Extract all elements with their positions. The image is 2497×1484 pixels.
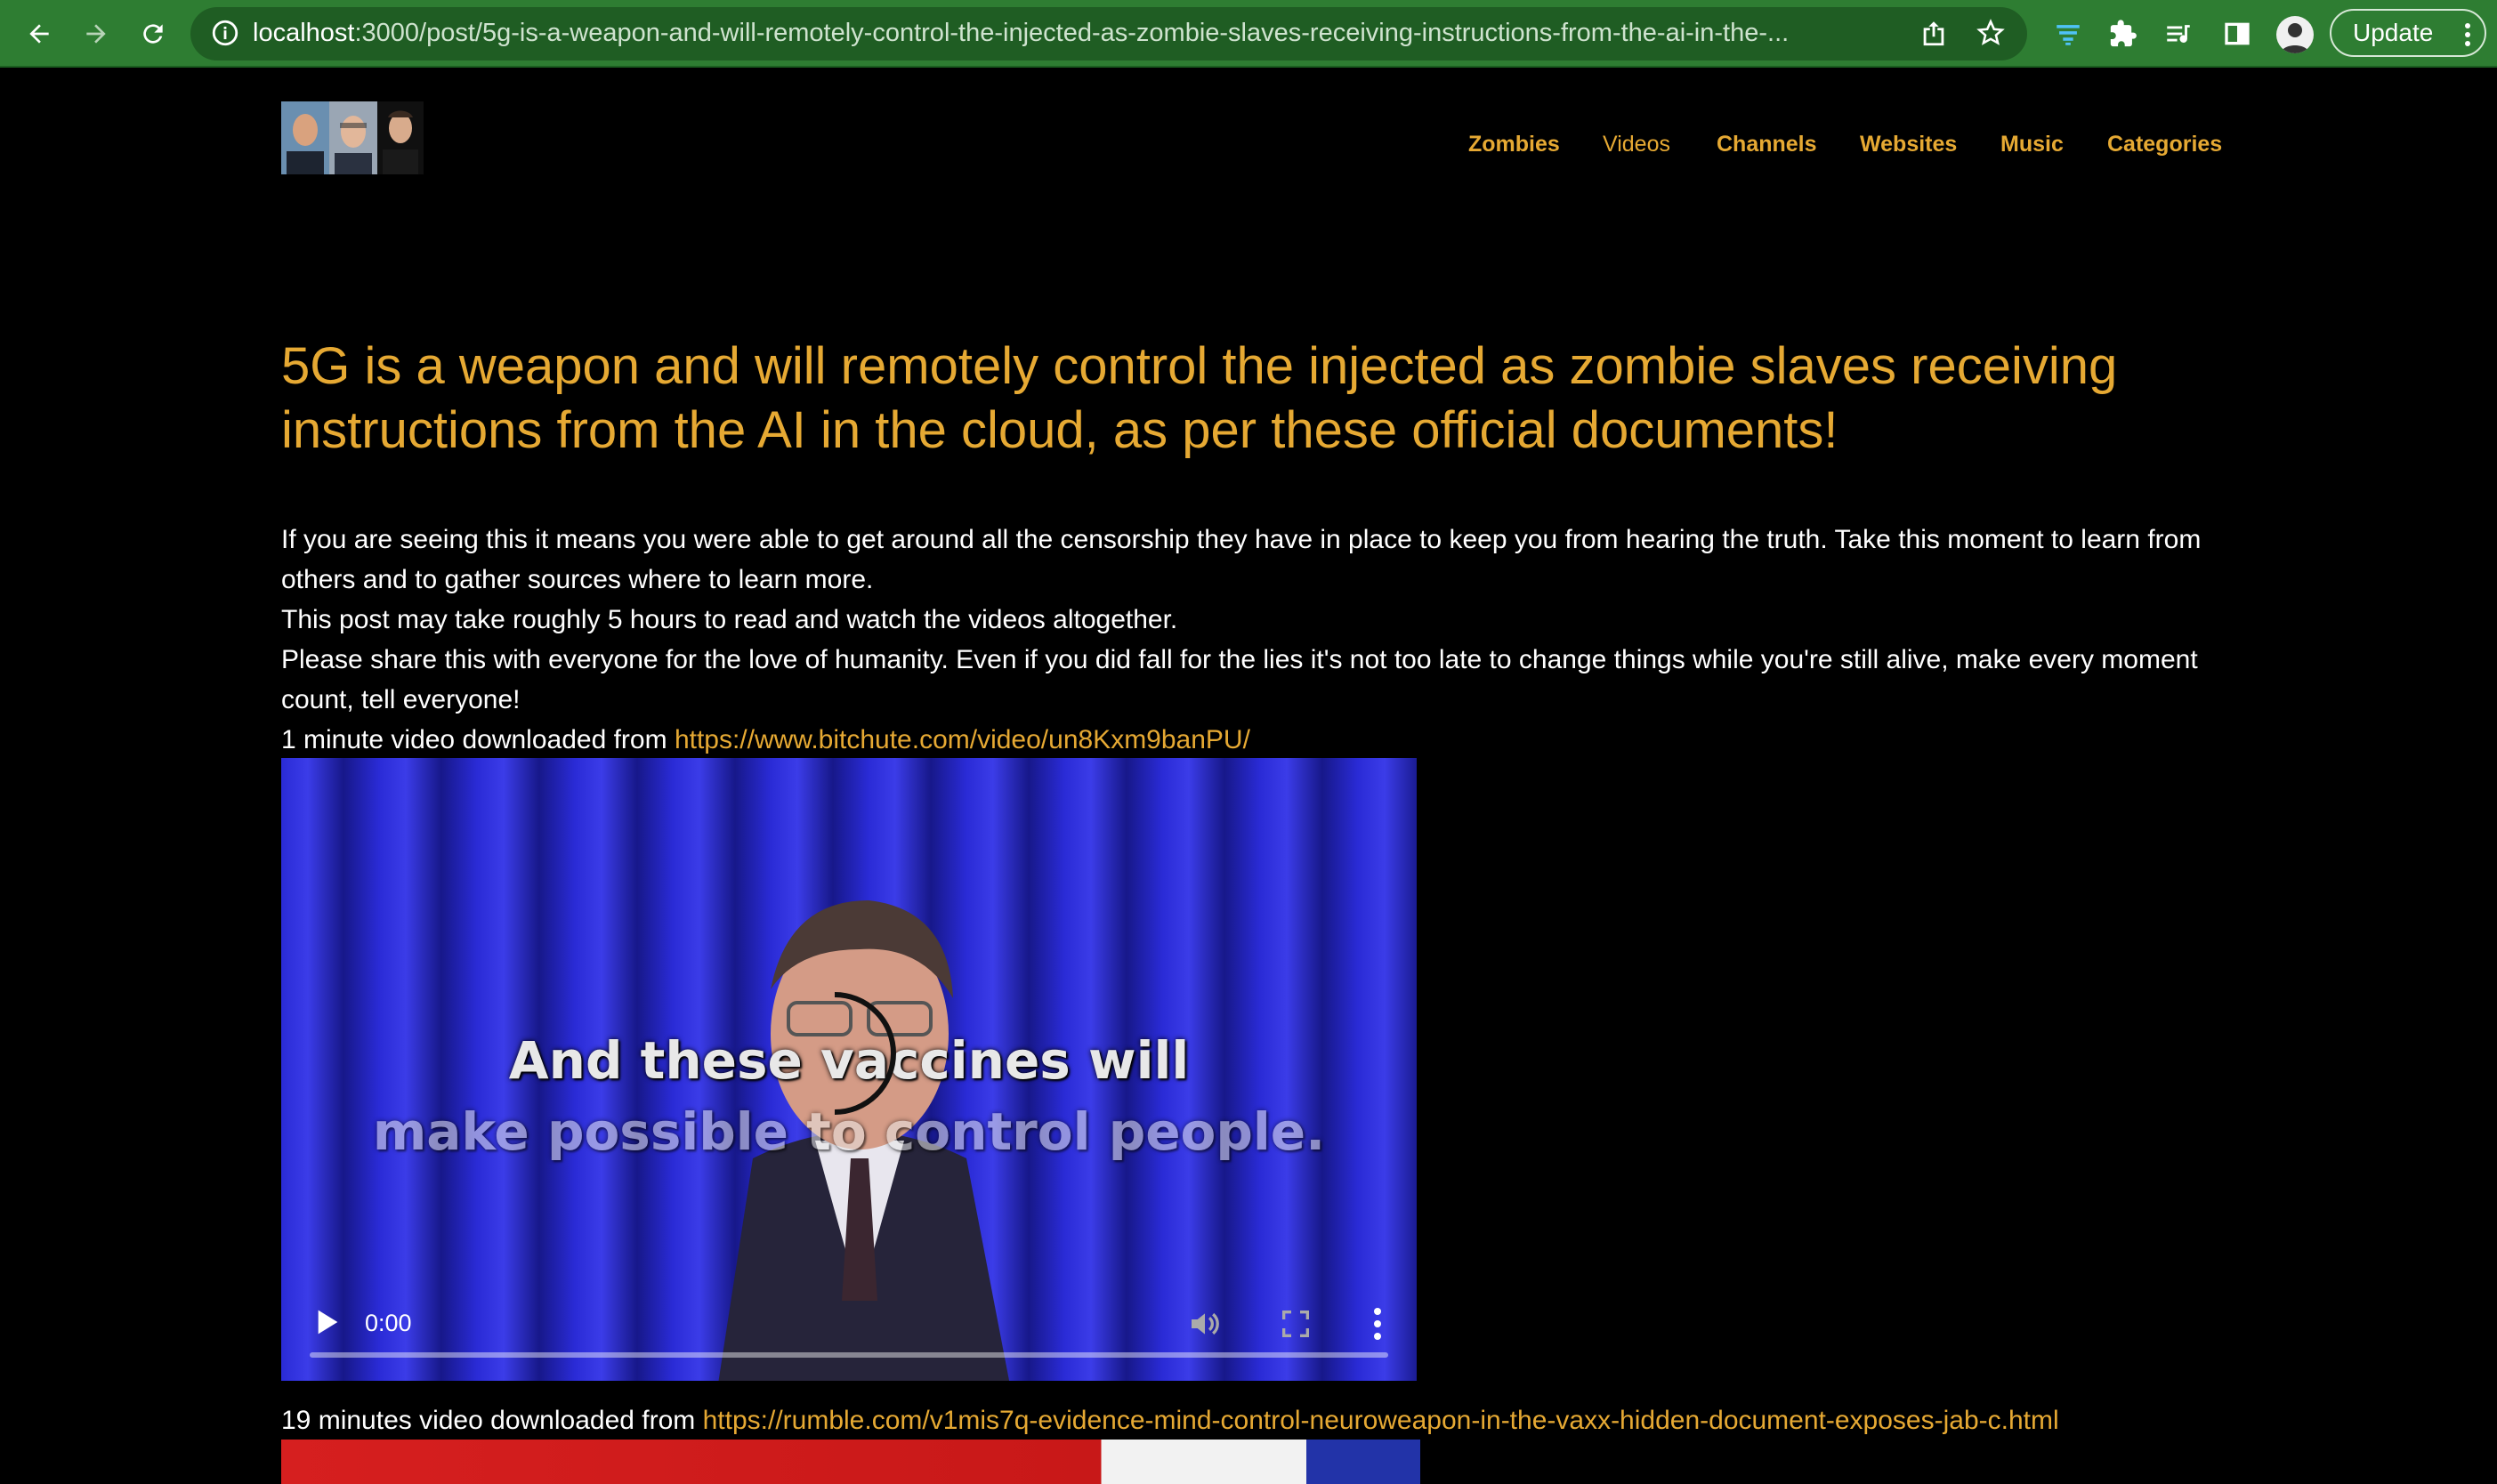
video-player-2[interactable] bbox=[281, 1440, 1420, 1484]
video1-source: 1 minute video downloaded from https://w… bbox=[281, 720, 2221, 760]
avatar[interactable] bbox=[2276, 16, 2314, 53]
update-button[interactable]: Update bbox=[2330, 9, 2486, 57]
share-icon[interactable] bbox=[1919, 18, 1949, 52]
reading-list-icon[interactable] bbox=[2157, 12, 2200, 55]
info-icon[interactable] bbox=[210, 18, 240, 52]
sidebar-icon[interactable] bbox=[2216, 12, 2259, 55]
more-vert-icon[interactable] bbox=[2463, 21, 2472, 54]
video-player-1[interactable]: And these vaccines will make possible to… bbox=[281, 758, 1417, 1381]
address-bar[interactable]: localhost:3000/post/5g-is-a-weapon-and-w… bbox=[190, 7, 2027, 60]
video1-progress-bar[interactable] bbox=[310, 1352, 1388, 1358]
puzzle-icon[interactable] bbox=[2102, 12, 2145, 55]
video2-source: 19 minutes video downloaded from https:/… bbox=[281, 1400, 2221, 1440]
nav-item-channels[interactable]: Channels bbox=[1717, 132, 1817, 157]
video2-source-link[interactable]: https://rumble.com/v1mis7q-evidence-mind… bbox=[703, 1406, 2059, 1435]
nav-item-websites[interactable]: Websites bbox=[1860, 132, 1957, 157]
star-icon[interactable] bbox=[1976, 18, 2006, 52]
video2-source-prefix: 19 minutes video downloaded from bbox=[281, 1406, 703, 1435]
post-intro: If you are seeing this it means you were… bbox=[281, 525, 2202, 594]
reload-icon[interactable] bbox=[132, 12, 174, 55]
back-icon[interactable] bbox=[18, 12, 61, 55]
url-text[interactable]: localhost:3000/post/5g-is-a-weapon-and-w… bbox=[253, 19, 1926, 48]
video1-source-link[interactable]: https://www.bitchute.com/video/un8Kxm9ba… bbox=[675, 725, 1250, 754]
main-nav: Zombies Videos Channels Websites Music C… bbox=[0, 132, 2497, 158]
volume-icon[interactable] bbox=[1187, 1306, 1223, 1342]
video1-source-prefix: 1 minute video downloaded from bbox=[281, 725, 675, 754]
video1-controls: 0:00 bbox=[281, 1283, 1417, 1381]
forward-icon[interactable] bbox=[75, 12, 117, 55]
post-read-time: This post may take roughly 5 hours to re… bbox=[281, 605, 1178, 634]
video1-time: 0:00 bbox=[365, 1310, 412, 1336]
play-icon[interactable] bbox=[308, 1304, 343, 1340]
nav-item-videos[interactable]: Videos bbox=[1603, 132, 1670, 157]
loading-spinner-icon bbox=[834, 992, 896, 1115]
nav-item-zombies[interactable]: Zombies bbox=[1468, 132, 1560, 157]
fullscreen-icon[interactable] bbox=[1278, 1306, 1313, 1342]
browser-toolbar: localhost:3000/post/5g-is-a-weapon-and-w… bbox=[0, 0, 2497, 68]
nav-item-music[interactable]: Music bbox=[2000, 132, 2064, 157]
nav-item-categories[interactable]: Categories bbox=[2107, 132, 2222, 157]
url-host: localhost bbox=[253, 19, 355, 47]
update-label: Update bbox=[2353, 19, 2434, 46]
url-path: :3000/post/5g-is-a-weapon-and-will-remot… bbox=[354, 19, 1790, 47]
extension-icon[interactable] bbox=[2047, 12, 2089, 55]
video-more-icon[interactable] bbox=[1369, 1304, 1386, 1343]
post-share-message: Please share this with everyone for the … bbox=[281, 645, 2198, 714]
post-title: 5G is a weapon and will remotely control… bbox=[281, 337, 2118, 459]
